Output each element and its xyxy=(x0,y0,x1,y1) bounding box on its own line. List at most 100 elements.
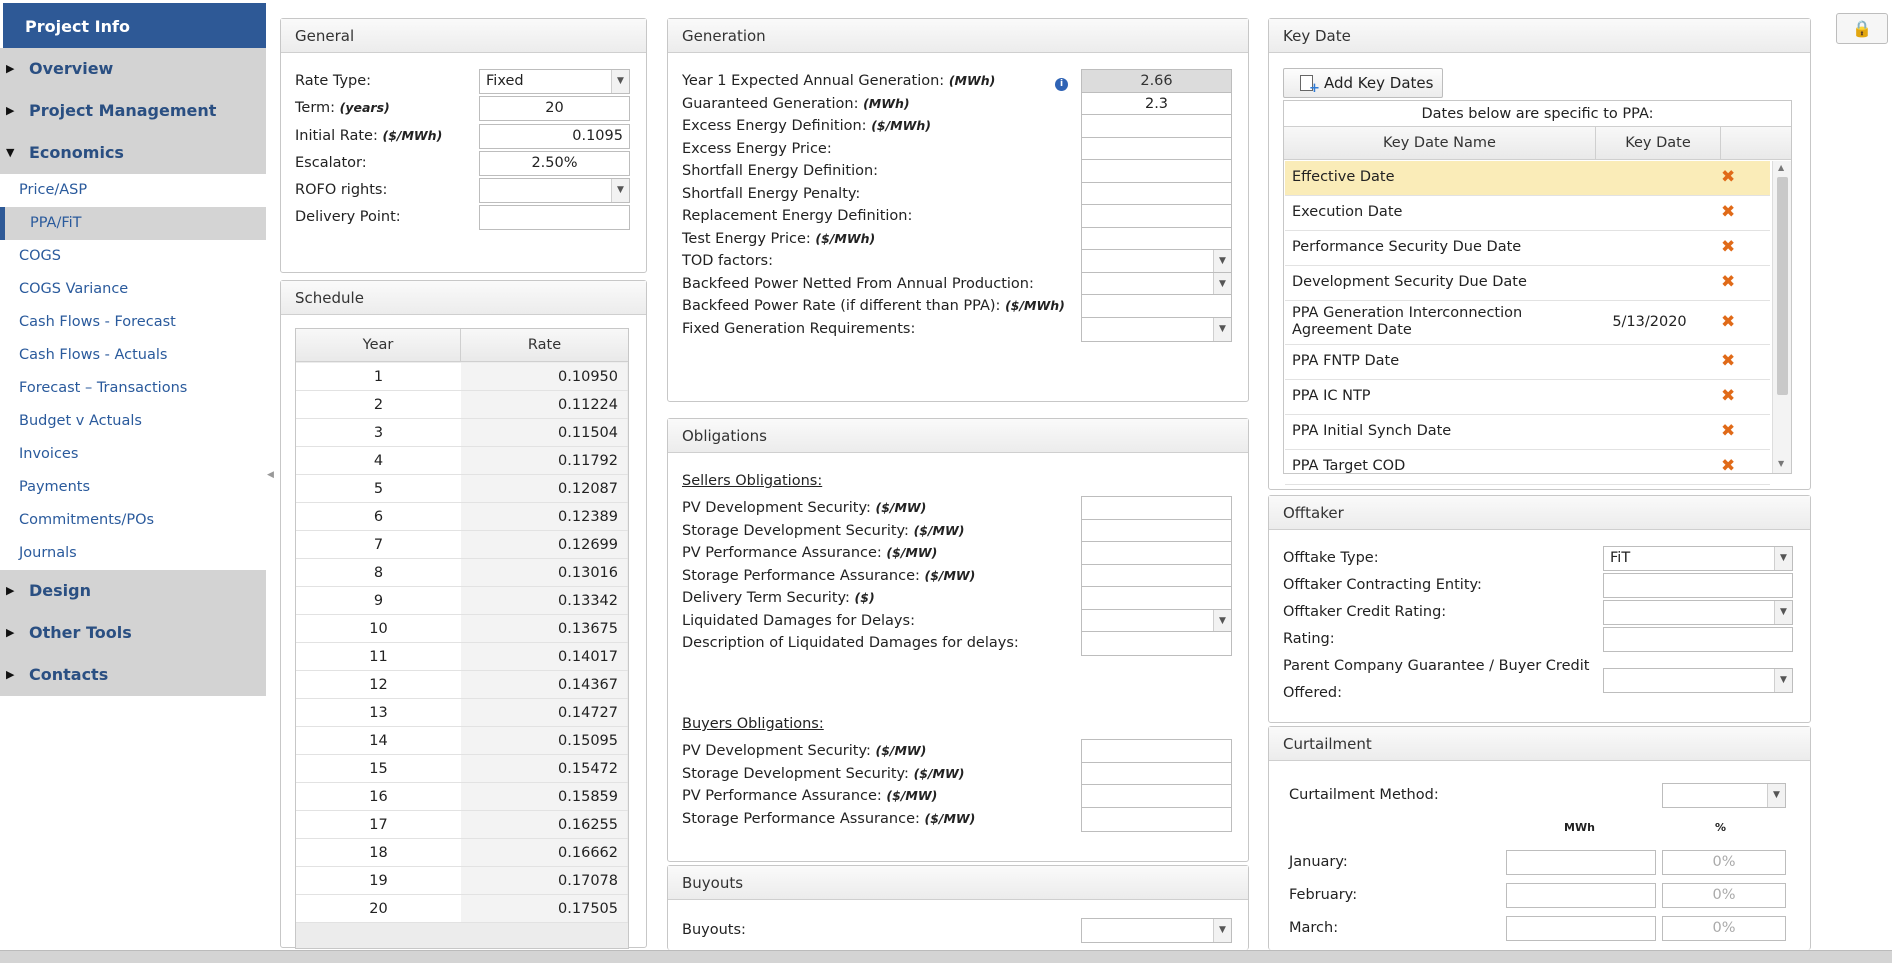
sidebar-item-commitments-pos[interactable]: Commitments/POs xyxy=(0,504,266,537)
initial-rate-input[interactable]: 0.1095 xyxy=(479,124,630,149)
generation-input[interactable]: 2.66 xyxy=(1081,69,1232,94)
sidebar-item-cash-flows-forecast[interactable]: Cash Flows - Forecast xyxy=(0,306,266,339)
table-row[interactable]: 4 0.11792 xyxy=(296,447,628,475)
obligation-input[interactable] xyxy=(1081,761,1232,787)
generation-input[interactable] xyxy=(1081,204,1232,229)
table-row[interactable]: 10 0.13675 xyxy=(296,615,628,643)
sidebar-item-cash-flows-actuals[interactable]: Cash Flows - Actuals xyxy=(0,339,266,372)
sidebar-group-economics[interactable]: ▼ Economics xyxy=(0,132,266,174)
key-date-row[interactable]: PPA Target COD ✖ xyxy=(1285,450,1770,485)
rating-input[interactable] xyxy=(1603,627,1793,652)
curtailment-method-select[interactable]: ▼ xyxy=(1662,783,1786,808)
sidebar-header-project-info[interactable]: Project Info xyxy=(3,3,266,48)
obligation-input[interactable] xyxy=(1081,563,1232,589)
delete-icon[interactable]: ✖ xyxy=(1721,272,1735,292)
delete-icon[interactable]: ✖ xyxy=(1721,202,1735,222)
key-date-scrollbar[interactable]: ▲ ▼ xyxy=(1772,161,1791,473)
obligation-input[interactable] xyxy=(1081,541,1232,566)
table-row[interactable]: 19 0.17078 xyxy=(296,867,628,895)
obligation-input[interactable] xyxy=(1081,496,1232,521)
curtailment-mwh-input[interactable] xyxy=(1506,850,1656,875)
obligation-input[interactable] xyxy=(1081,739,1232,764)
term-input[interactable]: 20 xyxy=(479,96,630,121)
obligation-input[interactable] xyxy=(1081,806,1232,832)
sidebar-item-cogs-variance[interactable]: COGS Variance xyxy=(0,273,266,306)
generation-input[interactable] xyxy=(1081,181,1232,207)
column-header-key-date-name[interactable]: Key Date Name xyxy=(1284,127,1596,160)
add-key-dates-button[interactable]: + Add Key Dates xyxy=(1283,68,1443,98)
generation-select[interactable]: ▼ xyxy=(1081,271,1232,297)
table-row[interactable]: 11 0.14017 xyxy=(296,643,628,671)
obligation-input[interactable] xyxy=(1081,586,1232,611)
info-icon[interactable]: i xyxy=(1055,78,1068,91)
sidebar-item-journals[interactable]: Journals xyxy=(0,537,266,570)
sidebar-item-payments[interactable]: Payments xyxy=(0,471,266,504)
obligation-input[interactable] xyxy=(1081,631,1232,656)
rofo-rights-select[interactable]: ▼ xyxy=(479,178,630,203)
table-row[interactable]: 17 0.16255 xyxy=(296,811,628,839)
table-row[interactable]: 18 0.16662 xyxy=(296,839,628,867)
sidebar-group-project-management[interactable]: ▶ Project Management xyxy=(0,90,266,132)
delete-icon[interactable]: ✖ xyxy=(1721,312,1735,332)
table-row[interactable]: 1 0.10950 xyxy=(296,363,628,391)
curtailment-percent-input[interactable]: 0% xyxy=(1662,916,1786,941)
generation-input[interactable] xyxy=(1081,136,1232,162)
table-row[interactable]: 14 0.15095 xyxy=(296,727,628,755)
buyouts-select[interactable]: ▼ xyxy=(1081,918,1232,943)
key-date-row[interactable]: Execution Date ✖ xyxy=(1285,196,1770,231)
key-date-row[interactable]: PPA FNTP Date ✖ xyxy=(1285,345,1770,380)
sidebar-group-design[interactable]: ▶ Design xyxy=(0,570,266,612)
table-row[interactable]: 3 0.11504 xyxy=(296,419,628,447)
generation-select[interactable]: ▼ xyxy=(1081,249,1232,274)
table-row[interactable]: 7 0.12699 xyxy=(296,531,628,559)
generation-input[interactable] xyxy=(1081,114,1232,139)
key-date-row[interactable]: Performance Security Due Date ✖ xyxy=(1285,231,1770,266)
sidebar-item-price-asp[interactable]: Price/ASP xyxy=(0,174,266,207)
generation-input[interactable] xyxy=(1081,226,1232,252)
delete-icon[interactable]: ✖ xyxy=(1721,237,1735,257)
generation-input[interactable]: 2.3 xyxy=(1081,91,1232,117)
table-row[interactable]: 12 0.14367 xyxy=(296,671,628,699)
delete-icon[interactable]: ✖ xyxy=(1721,351,1735,371)
column-header-year[interactable]: Year xyxy=(296,329,461,362)
curtailment-percent-input[interactable]: 0% xyxy=(1662,850,1786,875)
scrollbar-thumb[interactable] xyxy=(1777,177,1788,395)
obligation-input[interactable] xyxy=(1081,518,1232,544)
scroll-up-icon[interactable]: ▲ xyxy=(1778,163,1784,172)
generation-select[interactable]: ▼ xyxy=(1081,316,1232,342)
column-header-rate[interactable]: Rate xyxy=(461,329,628,362)
table-row[interactable]: 16 0.15859 xyxy=(296,783,628,811)
delivery-point-input[interactable] xyxy=(479,205,630,230)
sidebar-group-overview[interactable]: ▶ Overview xyxy=(0,48,266,90)
parent-guarantee-select[interactable]: ▼ xyxy=(1603,668,1793,693)
offtaker-credit-rating-select[interactable]: ▼ xyxy=(1603,600,1793,625)
sidebar-item-forecast-transactions[interactable]: Forecast – Transactions xyxy=(0,372,266,405)
offtaker-contracting-entity-input[interactable] xyxy=(1603,573,1793,598)
table-row[interactable]: 2 0.11224 xyxy=(296,391,628,419)
horizontal-scrollbar[interactable] xyxy=(0,950,1892,963)
delete-icon[interactable]: ✖ xyxy=(1721,167,1735,187)
curtailment-mwh-input[interactable] xyxy=(1506,916,1656,941)
table-row[interactable]: 9 0.13342 xyxy=(296,587,628,615)
key-date-row[interactable]: PPA Initial Synch Date ✖ xyxy=(1285,415,1770,450)
column-header-key-date[interactable]: Key Date xyxy=(1596,127,1721,160)
generation-input[interactable] xyxy=(1081,294,1232,319)
delete-icon[interactable]: ✖ xyxy=(1721,456,1735,476)
curtailment-mwh-input[interactable] xyxy=(1506,883,1656,908)
obligation-select[interactable]: ▼ xyxy=(1081,608,1232,634)
key-date-row[interactable]: PPA IC NTP ✖ xyxy=(1285,380,1770,415)
offtake-type-select[interactable]: FiT ▼ xyxy=(1603,546,1793,571)
curtailment-percent-input[interactable]: 0% xyxy=(1662,883,1786,908)
table-row[interactable]: 6 0.12389 xyxy=(296,503,628,531)
escalator-input[interactable]: 2.50% xyxy=(479,151,630,176)
sidebar-item-invoices[interactable]: Invoices xyxy=(0,438,266,471)
lock-toggle-button[interactable]: 🔒 xyxy=(1836,13,1888,44)
obligation-input[interactable] xyxy=(1081,784,1232,809)
sidebar-item-budget-v-actuals[interactable]: Budget v Actuals xyxy=(0,405,266,438)
table-row[interactable]: 8 0.13016 xyxy=(296,559,628,587)
sidebar-item-ppa-fit[interactable]: PPA/FiT xyxy=(0,207,266,240)
generation-input[interactable] xyxy=(1081,159,1232,184)
sidebar-group-contacts[interactable]: ▶ Contacts xyxy=(0,654,266,696)
table-row[interactable]: 20 0.17505 xyxy=(296,895,628,923)
delete-icon[interactable]: ✖ xyxy=(1721,386,1735,406)
